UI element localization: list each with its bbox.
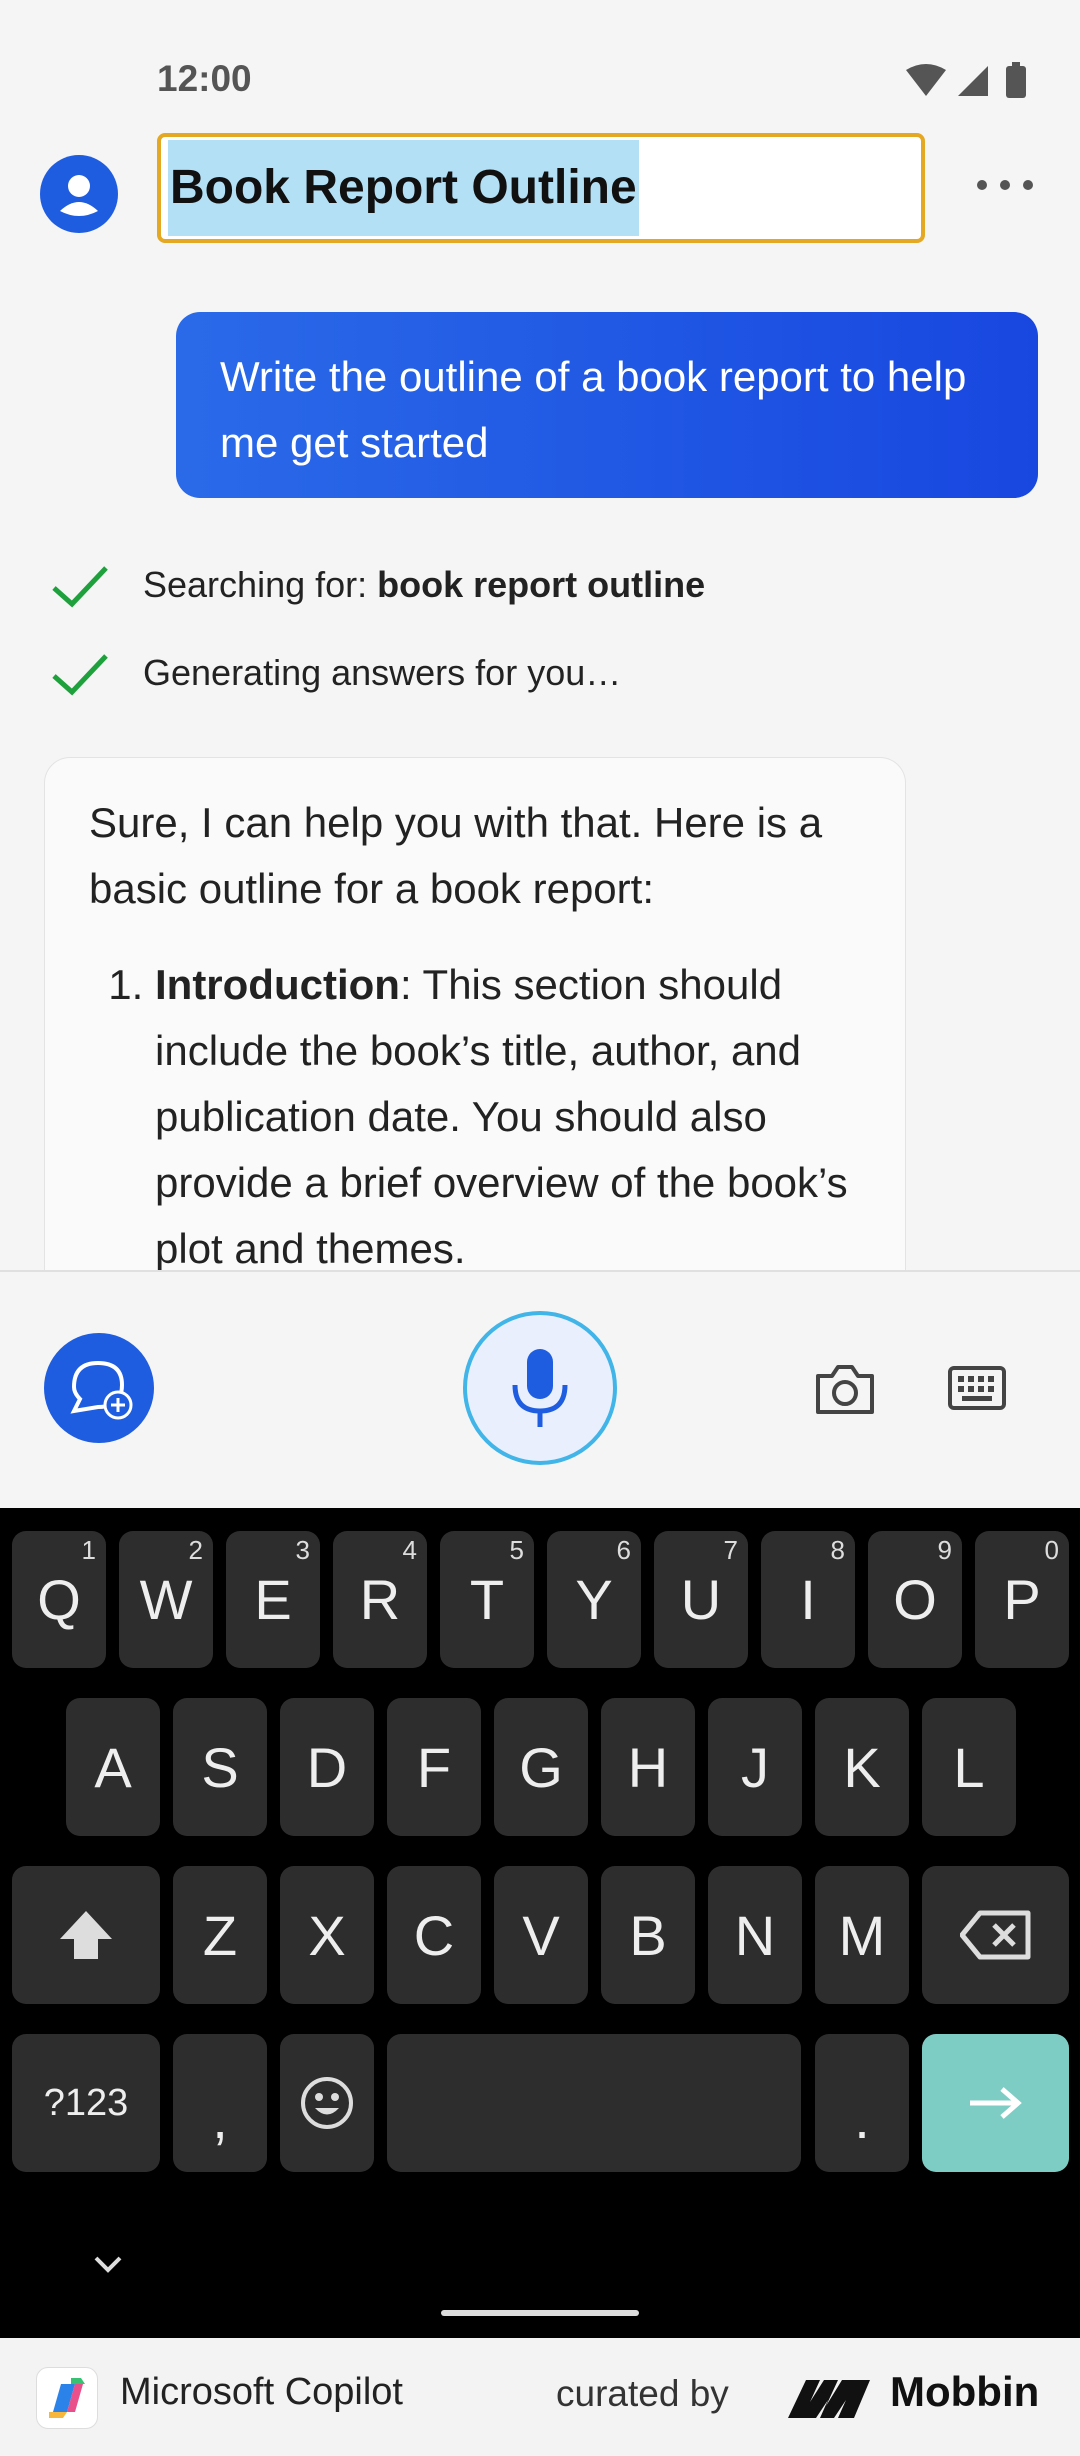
profile-avatar[interactable] [40,155,118,233]
key-u[interactable]: U7 [654,1531,748,1668]
key-r[interactable]: R4 [333,1531,427,1668]
soft-keyboard: Q1 W2 E3 R4 T5 Y6 U7 I8 O9 P0 A S D F G … [0,1508,1080,2338]
wifi-icon [906,64,946,96]
key-l[interactable]: L [922,1698,1016,1836]
arrow-right-icon [922,2034,1069,2172]
home-indicator[interactable] [441,2310,639,2316]
key-x[interactable]: X [280,1866,374,2004]
mobbin-brand: Mobbin [890,2368,1040,2415]
symbols-key[interactable]: ?123 [12,2034,160,2172]
key-e[interactable]: E3 [226,1531,320,1668]
check-icon [50,562,110,612]
mobbin-logo-icon [786,2376,872,2420]
key-w[interactable]: W2 [119,1531,213,1668]
key-p[interactable]: P0 [975,1531,1069,1668]
new-chat-button[interactable] [44,1333,154,1443]
backspace-icon [922,1866,1069,2004]
key-k[interactable]: K [815,1698,909,1836]
conversation-title[interactable]: Book Report Outline [168,140,639,236]
space-key[interactable] [387,2034,801,2172]
app-name: Microsoft Copilot [120,2371,403,2413]
key-b[interactable]: B [601,1866,695,2004]
status-icons [904,62,1032,102]
battery-icon [1006,66,1026,98]
key-v[interactable]: V [494,1866,588,2004]
key-y[interactable]: Y6 [547,1531,641,1668]
key-i[interactable]: I8 [761,1531,855,1668]
search-step-text: Searching for: book report outline [143,564,705,606]
new-chat-icon [70,1360,133,1420]
microphone-button[interactable] [463,1311,617,1465]
key-c[interactable]: C [387,1866,481,2004]
copilot-logo-icon [36,2367,98,2429]
shift-icon [12,1866,160,2004]
emoji-key[interactable] [280,2034,374,2172]
key-a[interactable]: A [66,1698,160,1836]
search-step-prefix: Searching for: [143,564,378,605]
more-options-icon[interactable] [970,170,1040,200]
curated-by-label: curated by [556,2373,729,2414]
attribution-footer: Microsoft Copilot curated by Mobbin [0,2338,1080,2456]
enter-key[interactable] [922,2034,1069,2172]
keyboard-button[interactable] [948,1366,1006,1410]
signal-icon [958,66,988,96]
search-step-query: book report outline [377,564,706,605]
key-d[interactable]: D [280,1698,374,1836]
answer-item-title: Introduction [155,961,400,1008]
user-icon [60,175,98,216]
camera-button[interactable] [812,1360,878,1418]
period-key[interactable]: . [815,2034,909,2172]
microphone-icon [512,1349,568,1427]
collapse-keyboard-icon[interactable] [90,2252,126,2276]
generating-step-text: Generating answers for you… [143,652,622,693]
comma-key[interactable]: , [173,2034,267,2172]
key-s[interactable]: S [173,1698,267,1836]
key-j[interactable]: J [708,1698,802,1836]
key-t[interactable]: T5 [440,1531,534,1668]
answer-list-item: Introduction: This section should includ… [155,952,861,1277]
emoji-icon [280,2034,374,2172]
shift-key[interactable] [12,1866,160,2004]
key-o[interactable]: O9 [868,1531,962,1668]
check-icon [50,650,110,700]
answer-intro: Sure, I can help you with that. Here is … [89,799,823,912]
user-message-bubble: Write the outline of a book report to he… [176,312,1038,498]
keyboard-icon [948,1366,1006,1410]
camera-icon [816,1365,874,1414]
key-q[interactable]: Q1 [12,1531,106,1668]
key-n[interactable]: N [708,1866,802,2004]
key-h[interactable]: H [601,1698,695,1836]
answer-card: Sure, I can help you with that. Here is … [44,757,906,1277]
backspace-key[interactable] [922,1866,1069,2004]
status-time: 12:00 [157,58,252,99]
answer-list: Introduction: This section should includ… [89,952,861,1277]
key-m[interactable]: M [815,1866,909,2004]
key-g[interactable]: G [494,1698,588,1836]
key-f[interactable]: F [387,1698,481,1836]
key-z[interactable]: Z [173,1866,267,2004]
